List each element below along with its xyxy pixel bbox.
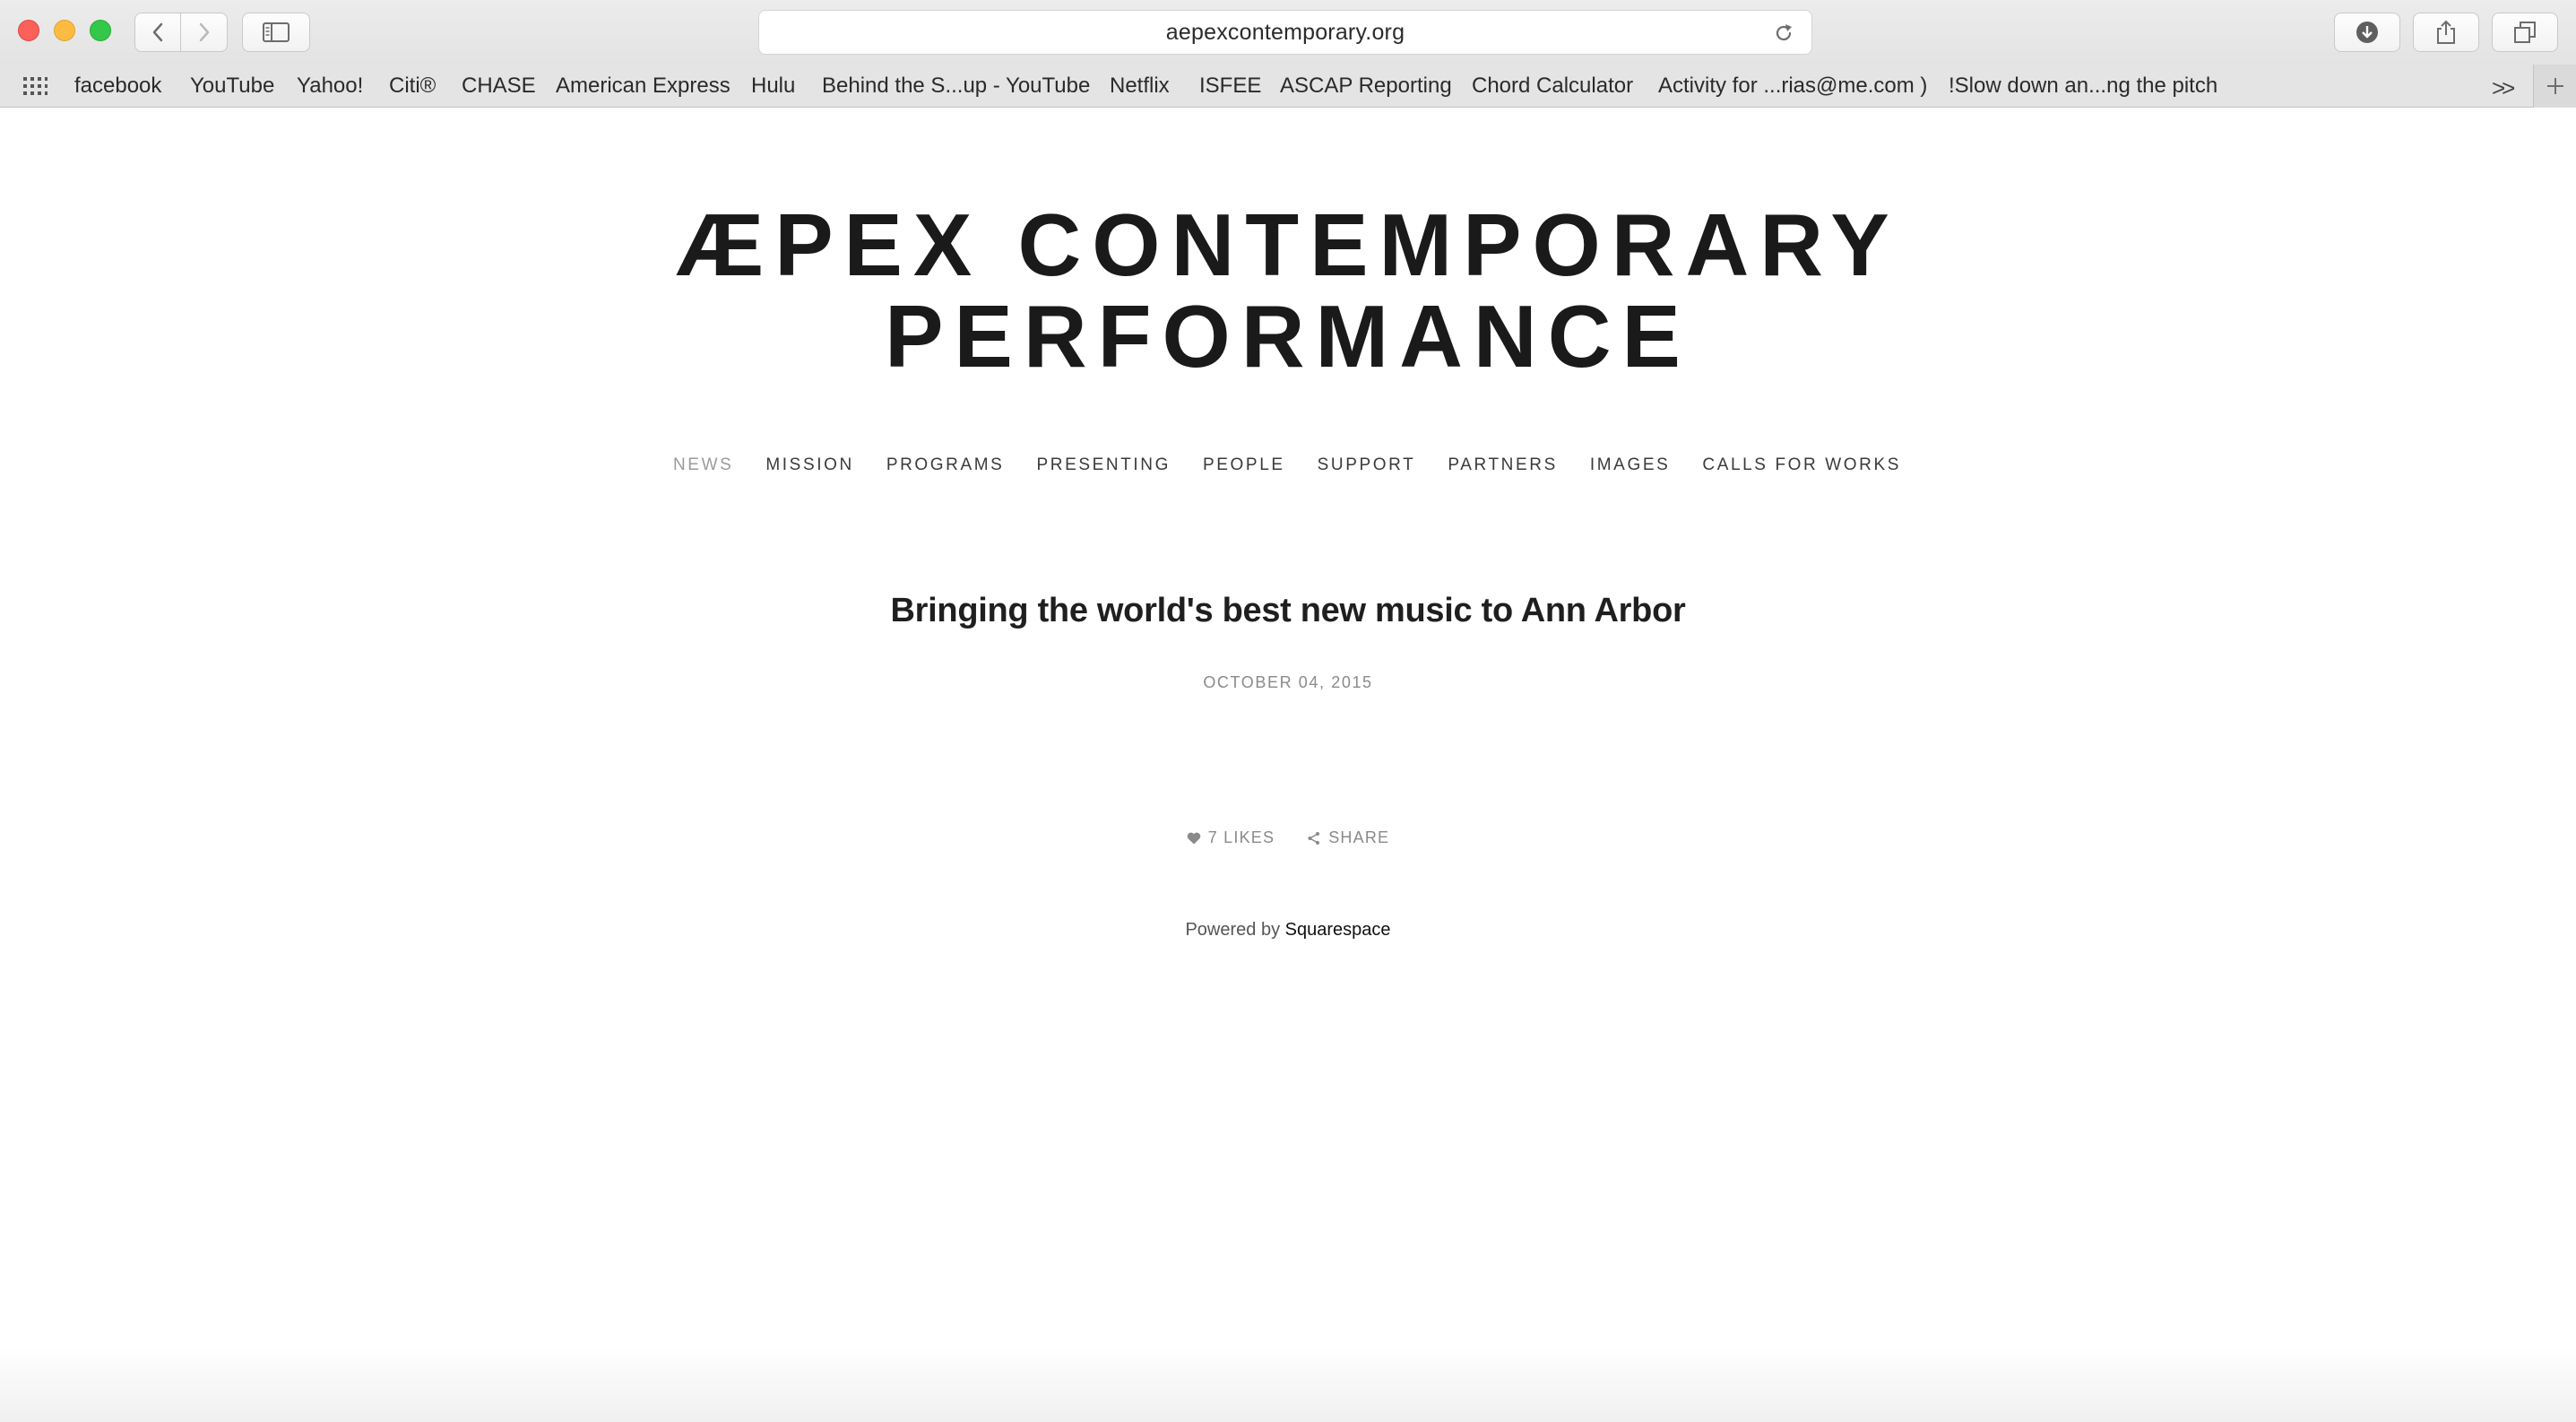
reload-icon[interactable]	[1772, 22, 1795, 45]
url-text: aepexcontemporary.org	[1165, 19, 1405, 45]
show-tabs-button[interactable]	[2492, 13, 2558, 52]
heart-icon	[1187, 832, 1201, 844]
likes-count: 7 LIKES	[1207, 828, 1275, 846]
address-bar[interactable]: aepexcontemporary.org	[758, 10, 1812, 55]
grid-icon[interactable]	[22, 75, 48, 97]
nav-item-presenting[interactable]: PRESENTING	[1020, 455, 1187, 475]
browser-toolbar: aepexcontemporary.org	[0, 0, 2576, 65]
plus-icon	[2546, 78, 2563, 94]
share-icon	[2437, 20, 2455, 44]
window-bottom-shadow	[0, 1345, 2576, 1422]
footer-powered-by: Powered by Squarespace	[0, 920, 2576, 941]
bookmark-ascap-reporting[interactable]: ASCAP Reporting	[1280, 74, 1452, 99]
nav-item-programs[interactable]: PROGRAMS	[870, 455, 1021, 475]
site-title-line-2: PERFORMANCE	[885, 287, 1691, 386]
downloads-button[interactable]	[2334, 13, 2400, 52]
nav-item-support[interactable]: SUPPORT	[1301, 455, 1432, 475]
bookmark-chord-calculator[interactable]: Chord Calculator	[1472, 74, 1633, 99]
nav-item-people[interactable]: PEOPLE	[1187, 455, 1301, 475]
post-actions: 7 LIKES SHARE	[0, 828, 2576, 847]
bookmark-citi[interactable]: Citi®	[389, 74, 436, 99]
site-title-line-1: ÆPEX CONTEMPORARY	[676, 195, 1900, 294]
tabs-icon	[2514, 22, 2536, 43]
site-title[interactable]: ÆPEX CONTEMPORARY PERFORMANCE	[0, 199, 2576, 382]
post-date: OCTOBER 04, 2015	[1203, 673, 1373, 691]
bookmark-netflix[interactable]: Netflix	[1110, 74, 1170, 99]
bookmark-hulu[interactable]: Hulu	[751, 74, 795, 99]
main-navigation: NEWS MISSION PROGRAMS PRESENTING PEOPLE …	[0, 455, 2576, 475]
browser-window: aepexcontemporary.org facebook YouTube Y…	[0, 0, 2576, 1422]
sidebar-toggle-button[interactable]	[242, 13, 310, 52]
forward-button[interactable]	[181, 13, 228, 52]
bookmark-slow-down[interactable]: !Slow down an...ng the pitch	[1949, 74, 2217, 99]
bookmark-american-express[interactable]: American Express	[556, 74, 730, 99]
nav-item-mission[interactable]: MISSION	[749, 455, 869, 475]
bookmark-behind-the-setup[interactable]: Behind the S...up - YouTube	[822, 74, 1090, 99]
chevron-right-icon	[199, 22, 209, 42]
powered-by-text: Powered by	[1185, 920, 1281, 940]
share-link[interactable]: SHARE	[1307, 828, 1389, 847]
zoom-window-button[interactable]	[90, 20, 111, 41]
share-icon	[1308, 831, 1320, 845]
post-title[interactable]: Bringing the world's best new music to A…	[0, 592, 2576, 630]
share-button[interactable]	[2413, 13, 2479, 52]
double-chevron-icon[interactable]: >>	[2492, 74, 2515, 102]
nav-item-news[interactable]: NEWS	[657, 455, 749, 475]
download-icon	[2356, 22, 2378, 43]
like-button[interactable]: 7 LIKES	[1187, 828, 1275, 847]
nav-item-calls-for-works[interactable]: CALLS FOR WORKS	[1686, 455, 1917, 475]
bookmark-yahoo[interactable]: Yahoo!	[297, 74, 363, 99]
bookmark-youtube[interactable]: YouTube	[190, 74, 274, 99]
bookmarks-bar: facebook YouTube Yahoo! Citi® CHASE Amer…	[0, 65, 2576, 108]
bookmark-chase[interactable]: CHASE	[462, 74, 536, 99]
nav-item-partners[interactable]: PARTNERS	[1431, 455, 1574, 475]
bookmark-facebook[interactable]: facebook	[74, 74, 161, 99]
bookmark-isfee[interactable]: ISFEE	[1199, 74, 1261, 99]
sidebar-icon	[263, 22, 290, 42]
back-button[interactable]	[134, 13, 181, 52]
squarespace-link[interactable]: Squarespace	[1285, 920, 1391, 940]
share-label: SHARE	[1328, 828, 1390, 846]
bookmark-activity[interactable]: Activity for ...rias@me.com )	[1658, 74, 1927, 99]
minimize-window-button[interactable]	[54, 20, 75, 41]
chevron-left-icon	[152, 22, 163, 42]
nav-item-images[interactable]: IMAGES	[1574, 455, 1687, 475]
close-window-button[interactable]	[18, 20, 39, 41]
new-tab-button[interactable]	[2533, 65, 2576, 108]
